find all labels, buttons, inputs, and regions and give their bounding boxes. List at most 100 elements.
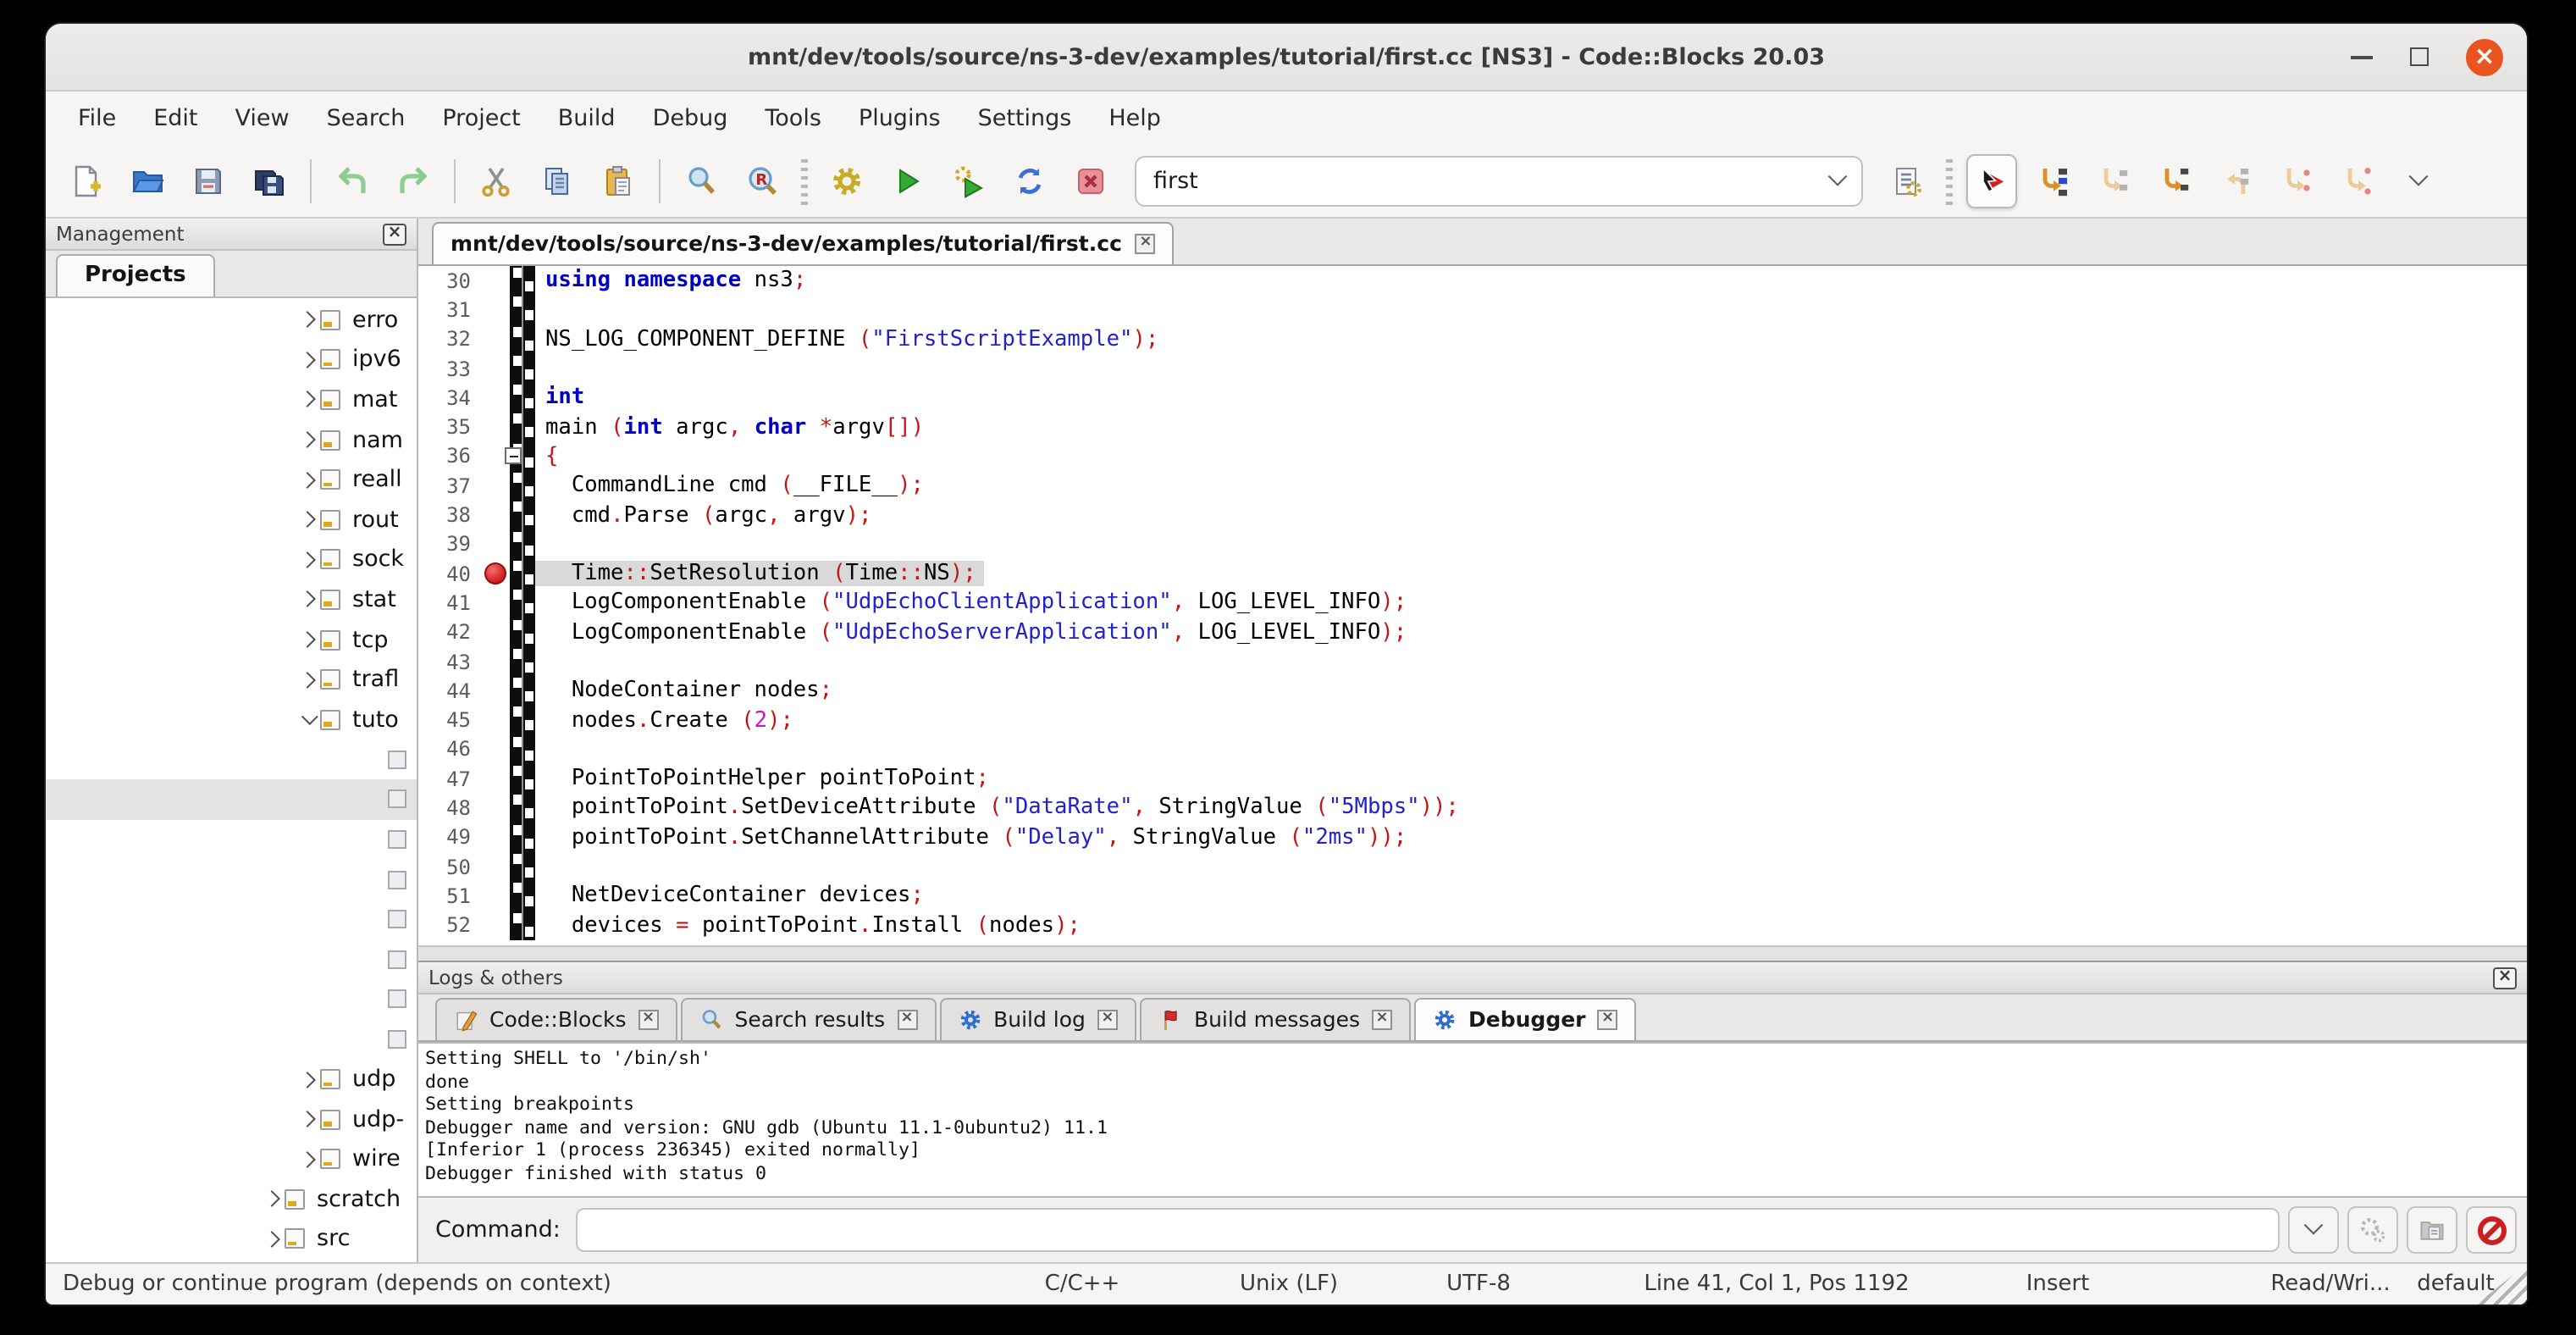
tree-item-tuto[interactable]: tuto xyxy=(46,700,417,740)
menu-item-debug[interactable]: Debug xyxy=(634,91,747,144)
code-line-36[interactable]: 36{ xyxy=(418,442,2527,472)
next-instruction-button[interactable] xyxy=(2271,153,2322,208)
save-all-button[interactable] xyxy=(244,153,295,208)
menu-item-project[interactable]: Project xyxy=(423,91,539,144)
editor-margin[interactable] xyxy=(510,354,535,384)
build-and-run-button[interactable] xyxy=(943,153,994,208)
new-file-button[interactable] xyxy=(61,153,112,208)
editor-margin[interactable] xyxy=(510,471,535,501)
editor-margin[interactable] xyxy=(510,383,535,413)
expand-chevron[interactable] xyxy=(293,554,320,566)
tree-item-six[interactable]: six xyxy=(46,979,417,1019)
code-line-50[interactable]: 50 xyxy=(418,852,2527,882)
close-icon[interactable]: × xyxy=(383,223,406,245)
code-line-45[interactable]: 45 nodes.Create (2); xyxy=(418,706,2527,735)
editor-margin[interactable] xyxy=(510,911,535,940)
code-line-49[interactable]: 49 pointToPoint.SetChannelAttribute ("De… xyxy=(418,823,2527,852)
editor-margin[interactable] xyxy=(510,823,535,852)
editor-margin[interactable] xyxy=(510,618,535,647)
code-line-46[interactable]: 46 xyxy=(418,735,2527,765)
tree-item-fir[interactable]: fir xyxy=(46,779,417,819)
copy-log-button[interactable] xyxy=(2407,1206,2457,1254)
tree-item-nam[interactable]: nam xyxy=(46,420,417,460)
code-line-44[interactable]: 44 NodeContainer nodes; xyxy=(418,676,2527,706)
code-line-39[interactable]: 39 xyxy=(418,529,2527,559)
tree-item-he[interactable]: he xyxy=(46,860,417,900)
editor-margin[interactable] xyxy=(510,794,535,823)
paste-button[interactable] xyxy=(593,153,644,208)
menu-item-tools[interactable]: Tools xyxy=(746,91,840,144)
editor-margin[interactable] xyxy=(510,324,535,354)
tree-item-rout[interactable]: rout xyxy=(46,500,417,540)
code-line-34[interactable]: 34int xyxy=(418,383,2527,413)
expand-chevron[interactable] xyxy=(257,1194,285,1205)
tree-item-reall[interactable]: reall xyxy=(46,460,417,500)
expand-chevron[interactable] xyxy=(293,314,320,326)
menu-item-file[interactable]: File xyxy=(59,91,135,144)
menu-item-settings[interactable]: Settings xyxy=(959,91,1091,144)
tree-item-sock[interactable]: sock xyxy=(46,540,417,579)
code-line-41[interactable]: 41 LogComponentEnable ("UdpEchoClientApp… xyxy=(418,589,2527,618)
debugger-output[interactable]: Setting SHELL to '/bin/sh'doneSetting br… xyxy=(418,1042,2527,1198)
rebuild-button[interactable] xyxy=(1004,153,1055,208)
log-tab-debugger[interactable]: Debugger× xyxy=(1414,998,1637,1040)
editor-margin[interactable] xyxy=(510,529,535,559)
toolbar-grip[interactable] xyxy=(801,157,808,204)
find-button[interactable] xyxy=(676,153,727,208)
editor-margin[interactable] xyxy=(510,442,535,472)
editor-margin[interactable] xyxy=(510,706,535,735)
editor-margin[interactable] xyxy=(510,266,535,296)
close-icon[interactable]: × xyxy=(1136,233,1156,253)
expand-chevron[interactable] xyxy=(293,1154,320,1166)
expand-chevron[interactable] xyxy=(293,394,320,406)
tree-item-udp[interactable]: udp xyxy=(46,1060,417,1100)
editor-margin[interactable] xyxy=(510,881,535,911)
tree-item-erro[interactable]: erro xyxy=(46,300,417,340)
code-line-52[interactable]: 52 devices = pointToPoint.Install (nodes… xyxy=(418,911,2527,940)
code-line-43[interactable]: 43 xyxy=(418,647,2527,677)
tree-item-src[interactable]: src xyxy=(46,1219,417,1259)
log-tab-code-blocks[interactable]: Code::Blocks× xyxy=(435,998,677,1040)
maximize-button[interactable] xyxy=(2410,47,2429,66)
code-line-48[interactable]: 48 pointToPoint.SetDeviceAttribute ("Dat… xyxy=(418,794,2527,823)
command-input[interactable] xyxy=(576,1208,2280,1252)
minimize-button[interactable] xyxy=(2351,55,2373,58)
editor-margin[interactable] xyxy=(510,501,535,530)
tree-item-wire[interactable]: wire xyxy=(46,1139,417,1179)
build-button[interactable] xyxy=(821,153,872,208)
editor-margin[interactable] xyxy=(510,735,535,765)
menu-item-search[interactable]: Search xyxy=(308,91,424,144)
copy-button[interactable] xyxy=(532,153,583,208)
code-line-40[interactable]: 40 Time::SetResolution (Time::NS); xyxy=(418,559,2527,589)
close-icon[interactable]: × xyxy=(1097,1009,1118,1029)
menu-item-help[interactable]: Help xyxy=(1090,91,1180,144)
toolbar-overflow-button[interactable] xyxy=(2393,153,2444,208)
save-button[interactable] xyxy=(183,153,234,208)
close-icon[interactable]: × xyxy=(897,1009,917,1029)
editor-tab-first-cc[interactable]: mnt/dev/tools/source/ns-3-dev/examples/t… xyxy=(432,222,1175,264)
code-line-32[interactable]: 32NS_LOG_COMPONENT_DEFINE ("FirstScriptE… xyxy=(418,324,2527,354)
editor-margin[interactable] xyxy=(510,559,535,589)
debug-continue-button[interactable] xyxy=(1966,153,2017,208)
log-tab-build-log[interactable]: Build log× xyxy=(939,998,1136,1040)
tree-item-fif[interactable]: fif xyxy=(46,740,417,779)
tree-item-fo[interactable]: fo xyxy=(46,819,417,859)
step-out-button[interactable] xyxy=(2210,153,2261,208)
command-history-dropdown[interactable] xyxy=(2288,1206,2339,1254)
tree-item-th[interactable]: th xyxy=(46,1019,417,1059)
code-line-47[interactable]: 47 PointToPointHelper pointToPoint; xyxy=(418,764,2527,794)
code-line-33[interactable]: 33 xyxy=(418,354,2527,384)
redo-button[interactable] xyxy=(388,153,439,208)
expand-chevron[interactable] xyxy=(293,354,320,366)
menu-item-plugins[interactable]: Plugins xyxy=(840,91,959,144)
build-target-options-button[interactable] xyxy=(1882,153,1932,208)
tree-item-stat[interactable]: stat xyxy=(46,579,417,619)
undo-button[interactable] xyxy=(327,153,378,208)
expand-chevron[interactable] xyxy=(293,1113,320,1125)
tree-item-scratch[interactable]: scratch xyxy=(46,1179,417,1219)
expand-chevron[interactable] xyxy=(293,474,320,485)
code-line-37[interactable]: 37 CommandLine cmd (__FILE__); xyxy=(418,471,2527,501)
log-tab-search-results[interactable]: Search results× xyxy=(681,998,937,1040)
editor-margin[interactable] xyxy=(510,647,535,677)
code-line-38[interactable]: 38 cmd.Parse (argc, argv); xyxy=(418,501,2527,530)
